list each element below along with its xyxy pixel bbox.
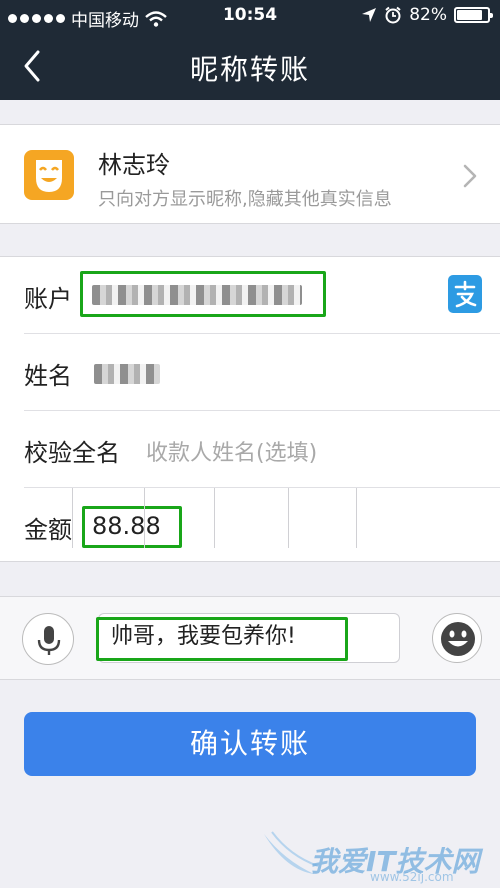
nav-bar: 昵称转账 — [0, 34, 500, 100]
amount-row[interactable]: 金额 88.88 — [0, 488, 500, 565]
recipient-nickname: 林志玲 — [98, 151, 170, 179]
battery-fill — [457, 10, 482, 20]
amount-highlight-box — [82, 506, 182, 548]
alipay-glyph — [454, 280, 477, 308]
message-row: 帅哥，我要包养你! — [0, 596, 500, 680]
emoji-button[interactable] — [432, 613, 482, 663]
chevron-right-icon — [463, 164, 477, 188]
account-row[interactable]: 账户 — [0, 257, 500, 334]
account-highlight-box — [80, 271, 326, 317]
recipient-card[interactable]: 林志玲 只向对方显示昵称,隐藏其他真实信息 — [0, 124, 500, 224]
grid-line — [356, 488, 357, 548]
confirm-transfer-button[interactable]: 确认转账 — [24, 712, 476, 776]
grid-line — [288, 488, 289, 548]
grid-line — [144, 488, 145, 548]
microphone-icon — [37, 626, 61, 655]
verify-name-label: 校验全名 — [24, 439, 120, 467]
name-row: 姓名 — [0, 334, 500, 411]
location-arrow-icon — [362, 8, 377, 22]
status-right: 82% — [361, 5, 493, 25]
verify-name-input[interactable]: 收款人姓名(选填) — [146, 435, 317, 467]
name-label: 姓名 — [24, 362, 72, 390]
mask-face-icon — [36, 160, 62, 192]
amount-label: 金额 — [24, 516, 72, 544]
battery-percent: 82% — [409, 5, 447, 25]
watermark-url: www.52ij.com — [370, 870, 454, 884]
alipay-icon[interactable] — [448, 275, 482, 313]
smiley-face-icon — [441, 622, 475, 656]
site-watermark: 我爱IT技术网 www.52ij.com — [260, 830, 480, 884]
grid-line — [214, 488, 215, 548]
name-value-redacted — [94, 364, 160, 384]
message-highlight-box — [96, 617, 348, 661]
alarm-clock-icon — [385, 6, 401, 24]
page-title: 昵称转账 — [189, 53, 310, 86]
avatar — [24, 150, 74, 200]
verify-name-row[interactable]: 校验全名 收款人姓名(选填) — [0, 411, 500, 488]
recipient-subtitle: 只向对方显示昵称,隐藏其他真实信息 — [98, 189, 392, 210]
microphone-button[interactable] — [22, 613, 74, 665]
transfer-form: 账户 姓名 校验全名 收款人姓名(选填) 金额 88.88 — [0, 256, 500, 562]
status-bar: 中国移动 10:54 82% — [0, 0, 500, 34]
battery-icon — [454, 7, 493, 23]
account-label: 账户 — [24, 285, 72, 313]
grid-line — [72, 488, 73, 548]
